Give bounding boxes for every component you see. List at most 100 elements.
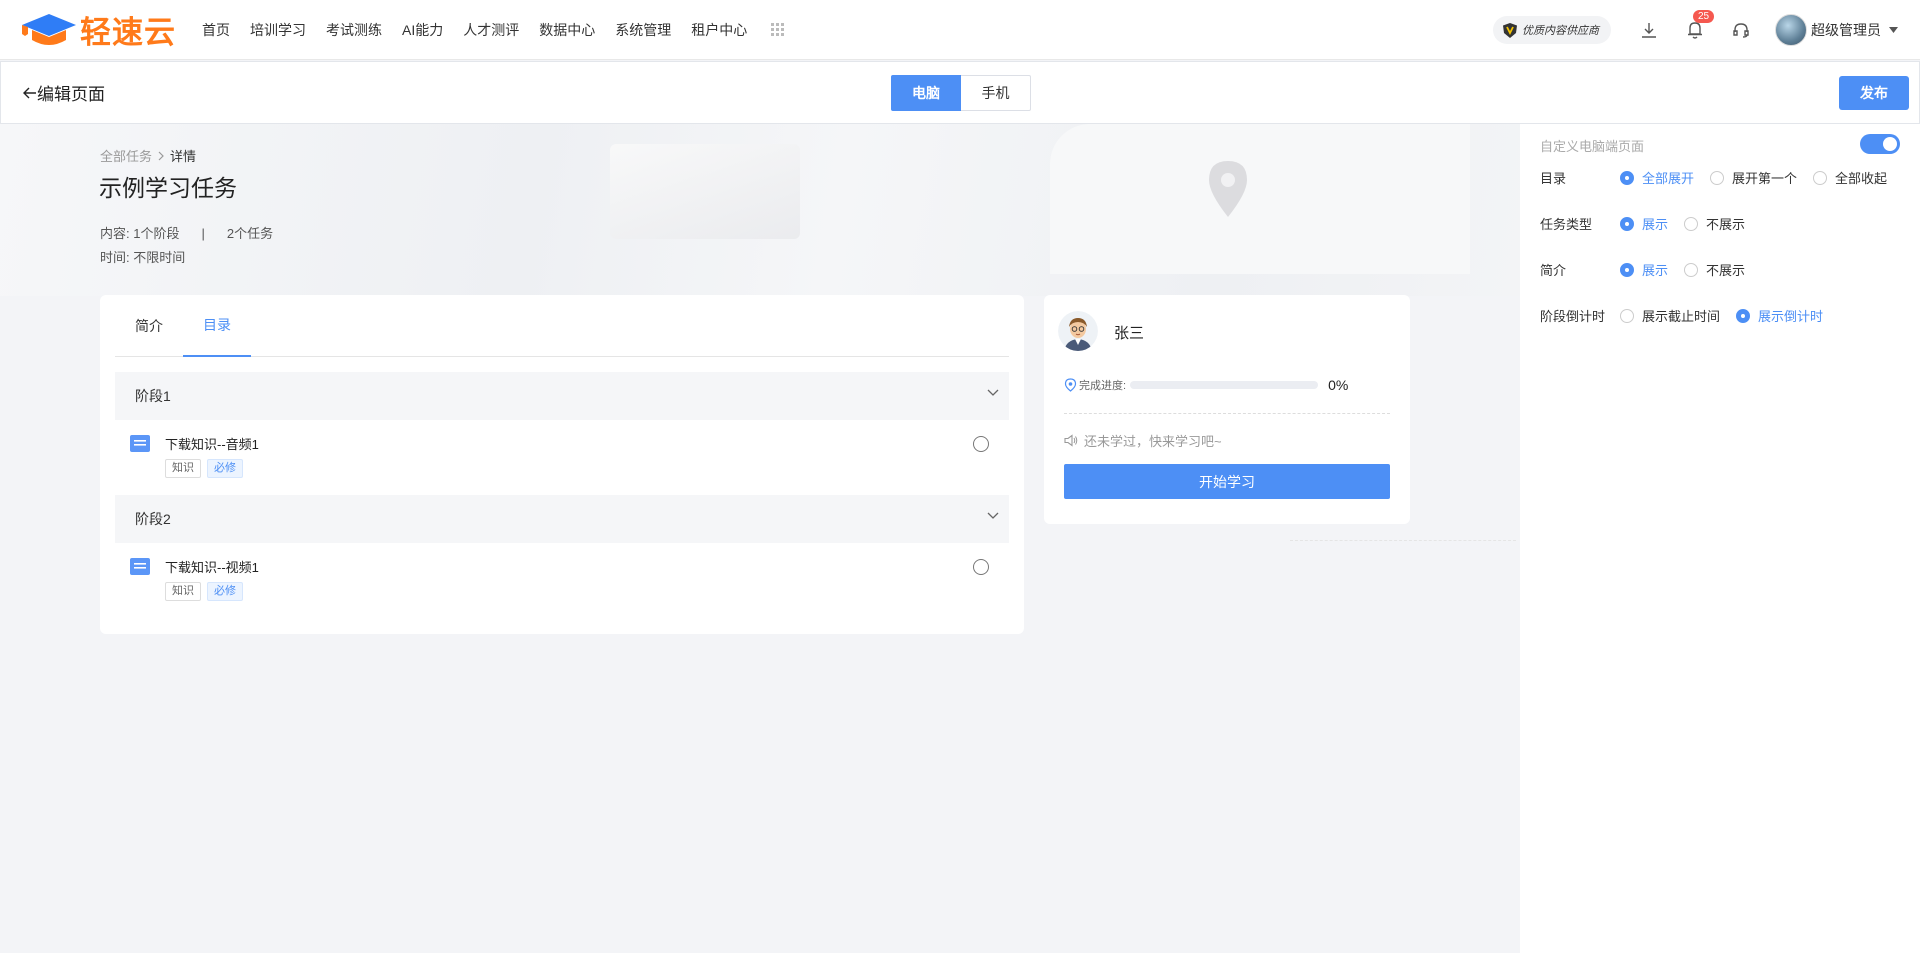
tab-intro[interactable]: 简介 [115,295,183,357]
nav-item-talent[interactable]: 人才测评 [463,20,519,40]
nav-item-tenant[interactable]: 租户中心 [691,20,747,40]
option-label: 不展示 [1706,263,1746,278]
time-label: 时间: [100,250,130,265]
shield-v-icon [1503,22,1517,38]
map-pin-icon [1209,161,1247,217]
option-show-countdown[interactable]: 展示倒计时 [1736,306,1823,325]
radio-unselected [1684,262,1699,277]
headset-support-icon[interactable] [1729,18,1753,42]
breadcrumb-root[interactable]: 全部任务 [100,146,152,165]
apps-grid-icon[interactable] [771,23,785,36]
logo[interactable]: 轻速云 [20,0,176,60]
option-label: 展开第一个 [1732,171,1798,186]
learner-avatar [1058,311,1098,351]
content-label: 内容: [100,226,130,241]
user-menu[interactable]: 超级管理员 [1775,14,1898,46]
option-label: 展示倒计时 [1758,309,1824,324]
user-avatar [1775,14,1807,46]
location-target-icon [1064,378,1077,392]
nav-item-training[interactable]: 培训学习 [250,20,306,40]
tag-type: 知识 [165,582,201,601]
option-show[interactable]: 展示 [1620,260,1668,279]
setting-row-task-type: 任务类型 展示 不展示 [1540,214,1761,233]
top-right-tools: 优质内容供应商 25 超级管理员 [1493,0,1920,60]
option-expand-first[interactable]: 展开第一个 [1710,168,1797,187]
option-show[interactable]: 展示 [1620,214,1668,233]
device-tab-desktop[interactable]: 电脑 [891,75,961,111]
option-label: 全部收起 [1835,171,1888,186]
top-navbar: 轻速云 首页 培训学习 考试测练 AI能力 人才测评 数据中心 系统管理 租户中… [0,0,1920,60]
logo-text: 轻速云 [80,15,176,50]
option-expand-all[interactable]: 全部展开 [1620,168,1694,187]
folder-icon [130,435,150,452]
arrow-left-icon [23,87,36,98]
option-hide[interactable]: 不展示 [1684,214,1745,233]
item-name: 下载知识--视频1 [165,560,259,575]
learner-name: 张三 [1114,325,1145,342]
item-name: 下载知识--音频1 [165,437,259,452]
settings-panel: 自定义电脑端页面 目录 全部展开 展开第一个 全部收起 任务类型 展示 不展示 … [1520,124,1920,953]
stage-name: 阶段1 [135,388,171,404]
chevron-down-icon [987,512,999,519]
option-show-deadline[interactable]: 展示截止时间 [1620,306,1720,325]
tasks-count: 2个任务 [226,226,274,241]
progress-row: 完成进度: 0% [1064,377,1348,393]
back-button[interactable]: 编辑页面 [23,80,105,105]
task-tabs: 简介 目录 [115,295,1009,357]
option-label: 展示 [1642,217,1669,232]
progress-bar [1130,381,1319,389]
option-label: 展示 [1642,263,1669,278]
stage-name: 阶段2 [135,511,171,527]
option-label: 不展示 [1706,217,1746,232]
nav-item-data[interactable]: 数据中心 [539,20,595,40]
tag-type: 知识 [165,459,201,478]
caret-down-icon [1889,27,1898,33]
stage-header[interactable]: 阶段2 [115,495,1009,543]
progress-value: 0% [1328,377,1349,393]
item-tags: 知识 必修 [165,459,249,478]
setting-row-catalog: 目录 全部展开 展开第一个 全部收起 [1540,168,1903,187]
radio-unselected [1710,170,1725,185]
divider [1064,413,1390,414]
setting-label: 目录 [1540,171,1567,186]
publish-button[interactable]: 发布 [1839,76,1909,110]
option-label: 展示截止时间 [1642,309,1721,324]
nav-item-home[interactable]: 首页 [202,20,230,40]
nav-item-system[interactable]: 系统管理 [615,20,671,40]
task-time-meta: 时间: 不限时间 [100,247,185,266]
list-item[interactable]: 下载知识--音频1 知识 必修 [115,420,1009,494]
radio-selected [1620,216,1634,231]
task-title: 示例学习任务 [99,175,237,201]
learn-hint-text: 还未学过，快来学习吧~ [1084,434,1222,449]
list-item[interactable]: 下载知识--视频1 知识 必修 [115,543,1009,617]
option-hide[interactable]: 不展示 [1684,260,1745,279]
vendor-badge-label: 优质内容供应商 [1522,25,1599,37]
chevron-down-icon [987,389,999,396]
nav-item-ai[interactable]: AI能力 [402,20,443,40]
radio-selected [1736,308,1751,323]
vendor-badge[interactable]: 优质内容供应商 [1493,16,1611,44]
option-label: 全部展开 [1642,171,1695,186]
tab-catalog[interactable]: 目录 [183,295,251,357]
stage-header[interactable]: 阶段1 [115,372,1009,420]
hero-map-decoration [1050,124,1470,274]
device-tab-mobile[interactable]: 手机 [961,75,1031,111]
task-catalog-card: 简介 目录 阶段1 下载知识--音频1 知识 必修 阶段2 下载知识--视频1 … [100,295,1024,634]
item-status-radio[interactable] [973,436,989,452]
chevron-right-icon [158,151,164,160]
download-icon[interactable] [1637,18,1661,42]
custom-page-toggle[interactable] [1860,134,1900,154]
radio-unselected [1620,308,1634,323]
progress-label: 完成进度: [1079,380,1127,392]
item-status-radio[interactable] [973,559,989,575]
hero-banner [0,124,1520,296]
divider [1290,540,1516,541]
setting-row-intro: 简介 展示 不展示 [1540,260,1761,279]
start-learning-button[interactable]: 开始学习 [1064,464,1390,499]
nav-item-exam[interactable]: 考试测练 [326,20,382,40]
speaker-icon [1064,434,1078,447]
option-collapse-all[interactable]: 全部收起 [1813,168,1887,187]
setting-label: 任务类型 [1540,217,1593,232]
panel-header: 自定义电脑端页面 [1540,139,1645,154]
bell-icon[interactable]: 25 [1683,10,1715,42]
